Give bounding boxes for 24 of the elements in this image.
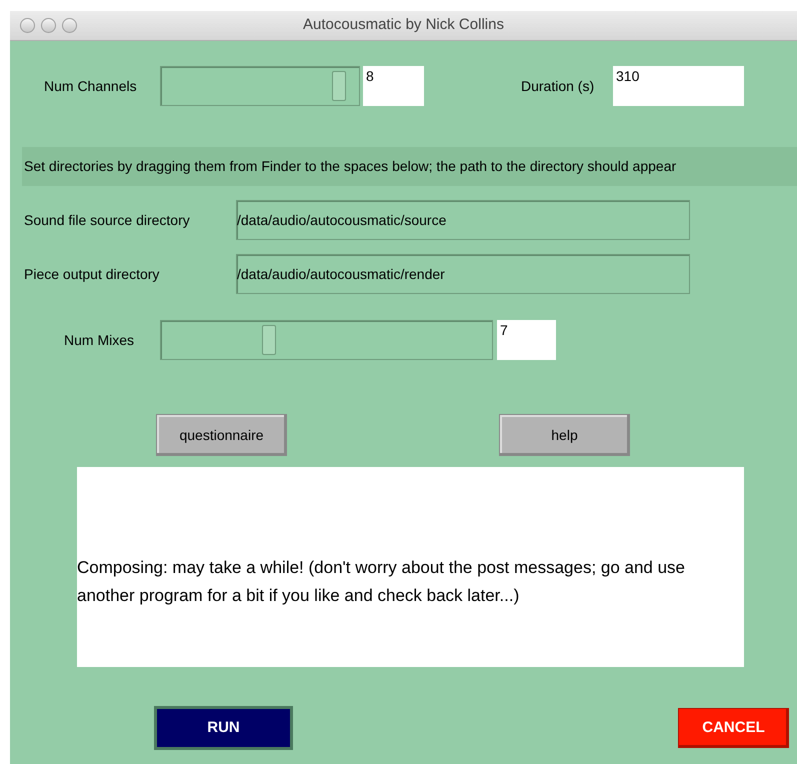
cancel-button[interactable]: CANCEL xyxy=(678,708,789,748)
help-button[interactable]: help xyxy=(499,414,630,456)
instructions-bar: Set directories by dragging them from Finder to the spaces below; the path to the directory should appear xyxy=(22,147,797,186)
slider-thumb[interactable] xyxy=(332,71,346,101)
questionnaire-button[interactable]: questionnaire xyxy=(156,414,287,456)
field-label: Num Channels xyxy=(44,76,138,96)
slider[interactable] xyxy=(160,66,360,106)
zoom-button[interactable] xyxy=(62,18,77,33)
close-button[interactable] xyxy=(20,18,35,33)
minimize-button[interactable] xyxy=(41,18,56,33)
slider[interactable] xyxy=(160,320,493,360)
field-label: Num Mixes xyxy=(64,330,136,350)
window-title: Autocousmatic by Nick Collins xyxy=(303,15,504,36)
status-message: Composing: may take a while! (don't worry about the post messages; go and use another program for a bit if you like and check back later...) xyxy=(77,557,686,607)
run-button[interactable]: RUN xyxy=(154,706,293,750)
duration-field[interactable]: 310 xyxy=(613,66,744,106)
directory-field[interactable]: /data/audio/autocousmatic/source xyxy=(236,200,690,240)
value-field[interactable]: 7 xyxy=(497,320,556,360)
slider-thumb[interactable] xyxy=(262,325,276,355)
field-label: Piece output directory xyxy=(24,264,160,284)
value-field[interactable]: 8 xyxy=(363,66,424,106)
field-label: Sound file source directory xyxy=(24,210,191,230)
directory-field[interactable]: /data/audio/autocousmatic/render xyxy=(236,254,690,294)
field-label: Duration (s) xyxy=(521,76,596,96)
